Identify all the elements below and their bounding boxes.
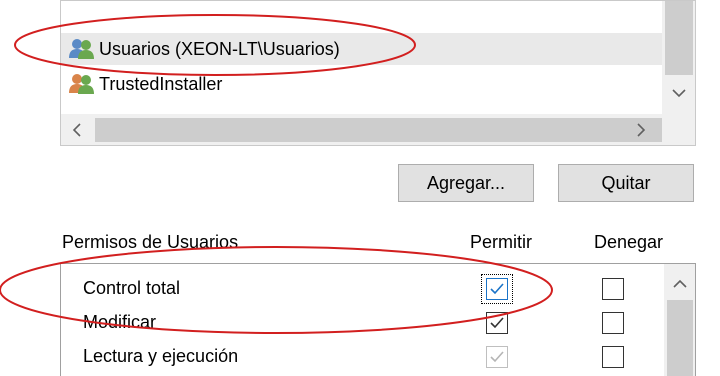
principals-horizontal-scroll-thumb[interactable] xyxy=(95,118,663,142)
deny-checkbox[interactable] xyxy=(602,278,624,300)
permission-row-lectura-ejecucion: Lectura y ejecución xyxy=(61,340,661,374)
permission-row-modificar: Modificar xyxy=(61,306,661,340)
deny-checkbox[interactable] xyxy=(602,346,624,368)
user-group-icon xyxy=(69,73,95,95)
permissions-vertical-scroll-thumb[interactable] xyxy=(667,300,693,376)
remove-button[interactable]: Quitar xyxy=(558,164,694,202)
principals-vertical-scroll-thumb[interactable] xyxy=(665,1,693,75)
principal-label: Usuarios (XEON-LT\Usuarios) xyxy=(99,38,340,59)
chevron-right-icon[interactable] xyxy=(624,118,658,142)
allow-checkbox[interactable] xyxy=(486,346,508,368)
add-button[interactable]: Agregar... xyxy=(398,164,534,202)
permission-name: Modificar xyxy=(83,312,157,332)
chevron-down-icon[interactable] xyxy=(665,79,693,107)
user-group-icon xyxy=(69,38,95,60)
permission-name: Control total xyxy=(83,278,181,298)
allow-checkbox[interactable] xyxy=(486,312,508,334)
principal-item-usuarios[interactable]: Usuarios (XEON-LT\Usuarios) xyxy=(61,33,663,65)
permissions-title: Permisos de Usuarios xyxy=(62,232,239,252)
permission-row-control-total: Control total xyxy=(61,272,661,306)
permissions-list[interactable]: Control total Modificar Lectura y ejecuc… xyxy=(60,263,696,376)
principal-item-trustedinstaller[interactable]: TrustedInstaller xyxy=(61,69,663,99)
scrollbar-corner xyxy=(662,114,695,145)
deny-column-header: Denegar xyxy=(594,232,664,252)
deny-checkbox[interactable] xyxy=(602,312,624,334)
allow-checkbox[interactable] xyxy=(486,278,508,300)
principal-label: TrustedInstaller xyxy=(99,73,223,94)
chevron-left-icon[interactable] xyxy=(65,118,89,142)
principals-list[interactable]: Usuarios (XEON-LT\Usuarios) TrustedInsta… xyxy=(60,0,696,146)
chevron-up-icon[interactable] xyxy=(667,272,693,296)
allow-column-header: Permitir xyxy=(470,232,532,252)
permission-name: Lectura y ejecución xyxy=(83,346,239,366)
